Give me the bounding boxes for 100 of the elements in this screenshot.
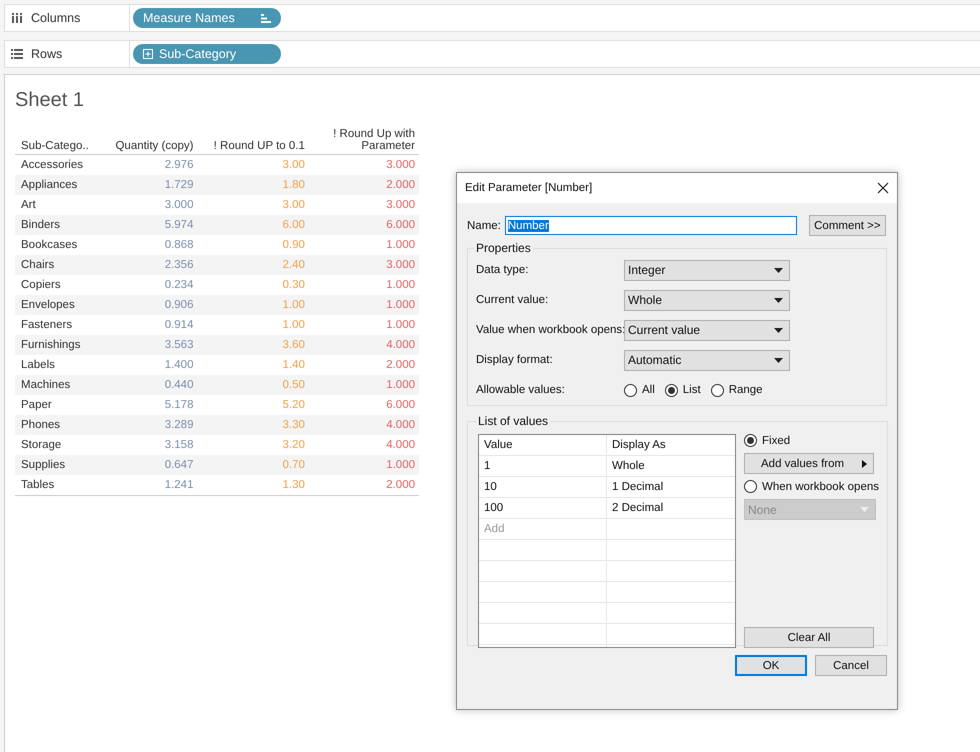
column-header: ! Round UP to 0.1 bbox=[214, 140, 305, 152]
field-label: Current value: bbox=[476, 294, 550, 306]
close-icon[interactable] bbox=[877, 182, 889, 194]
column-header: Sub-Catego.. bbox=[21, 140, 89, 152]
group-title: Properties bbox=[475, 241, 532, 255]
radio-option[interactable]: Range bbox=[710, 384, 763, 396]
table-cell: 1.000 bbox=[308, 315, 419, 335]
table-cell: 3.158 bbox=[100, 435, 198, 455]
column-header: Quantity (copy) bbox=[115, 140, 194, 152]
grid-cell[interactable]: 2 Decimal bbox=[612, 502, 664, 514]
dropdown[interactable]: Whole bbox=[624, 290, 790, 310]
shelf-label: Rows bbox=[31, 47, 62, 61]
dropdown-arrow-icon bbox=[774, 268, 783, 272]
table-cell: Chairs bbox=[15, 255, 101, 275]
expand-icon bbox=[143, 49, 153, 59]
table-cell: Furnishings bbox=[15, 335, 101, 355]
sheet-title: Sheet 1 bbox=[15, 89, 85, 112]
table-cell: 3.000 bbox=[308, 255, 419, 275]
table-cell: 1.00 bbox=[197, 315, 309, 335]
grid-cell[interactable]: 1 bbox=[484, 460, 490, 472]
table-cell: 3.20 bbox=[197, 435, 309, 455]
table-cell: 2.40 bbox=[197, 255, 309, 275]
grid-cell[interactable]: 10 bbox=[484, 481, 497, 493]
grid-header: Value bbox=[484, 439, 513, 451]
table-cell: 1.00 bbox=[197, 295, 309, 315]
sort-icon bbox=[261, 14, 271, 22]
table-cell: 3.000 bbox=[308, 154, 419, 175]
table-cell: 1.80 bbox=[197, 175, 309, 195]
dropdown[interactable]: Automatic bbox=[624, 350, 790, 370]
radio-option[interactable]: List bbox=[664, 384, 701, 396]
table-cell: 1.000 bbox=[308, 295, 419, 315]
dialog-title: Edit Parameter [Number] bbox=[465, 182, 592, 194]
comment-button[interactable]: Comment >> bbox=[808, 215, 886, 236]
table-cell: Accessories bbox=[15, 154, 101, 175]
grid-cell[interactable]: 100 bbox=[484, 502, 504, 514]
table-cell: 0.440 bbox=[100, 375, 198, 395]
dialog-button[interactable]: Cancel bbox=[815, 655, 887, 676]
grid-cell[interactable]: 1 Decimal bbox=[612, 481, 664, 493]
table-cell: 3.000 bbox=[100, 195, 198, 215]
table-cell: Appliances bbox=[15, 175, 101, 195]
columns-icon bbox=[11, 13, 23, 23]
table-cell: 1.30 bbox=[197, 475, 309, 496]
add-values-button[interactable]: Add values from bbox=[744, 453, 874, 474]
table-cell: 1.000 bbox=[308, 375, 419, 395]
dropdown[interactable]: Current value bbox=[624, 320, 790, 340]
table-cell: 1.400 bbox=[100, 355, 198, 375]
table-cell: 6.000 bbox=[308, 215, 419, 235]
table-cell: 0.914 bbox=[100, 315, 198, 335]
dropdown[interactable]: Integer bbox=[624, 260, 790, 280]
table-cell: 3.563 bbox=[100, 335, 198, 355]
field-label: Value when workbook opens: bbox=[476, 324, 624, 336]
table-cell: 1.729 bbox=[100, 175, 198, 195]
table-cell: 0.868 bbox=[100, 235, 198, 255]
table-cell: Copiers bbox=[15, 275, 101, 295]
table-cell: 6.000 bbox=[308, 395, 419, 415]
radio-option[interactable]: All bbox=[624, 384, 655, 396]
field-label: Allowable values: bbox=[476, 384, 566, 396]
table-cell: Storage bbox=[15, 435, 101, 455]
table-cell: 0.90 bbox=[197, 235, 309, 255]
table-cell: 2.356 bbox=[100, 255, 198, 275]
field-label: Display format: bbox=[476, 354, 554, 366]
table-cell: 5.178 bbox=[100, 395, 198, 415]
table-cell: 0.50 bbox=[197, 375, 309, 395]
table-cell: Fasteners bbox=[15, 315, 101, 335]
table-cell: 0.647 bbox=[100, 455, 198, 475]
table-cell: 5.974 bbox=[100, 215, 198, 235]
name-field[interactable]: Number bbox=[504, 216, 797, 235]
table-cell: 5.20 bbox=[197, 395, 309, 415]
dropdown-arrow-icon bbox=[774, 328, 783, 332]
table-cell: 1.000 bbox=[308, 235, 419, 255]
table-cell: 2.976 bbox=[100, 154, 198, 175]
rows-icon bbox=[11, 49, 23, 59]
table-cell: Bookcases bbox=[15, 235, 101, 255]
shelf-label: Columns bbox=[31, 11, 80, 25]
table-cell: Binders bbox=[15, 215, 101, 235]
table-cell: 2.000 bbox=[308, 175, 419, 195]
grid-cell[interactable]: Whole bbox=[612, 460, 645, 472]
clear-all-button[interactable]: Clear All bbox=[744, 627, 874, 648]
table-cell: 3.30 bbox=[197, 415, 309, 435]
table-cell: 0.906 bbox=[100, 295, 198, 315]
table-cell: Phones bbox=[15, 415, 101, 435]
table-cell: 3.289 bbox=[100, 415, 198, 435]
table-cell: 1.000 bbox=[308, 455, 419, 475]
column-header: ! Round Up with Parameter bbox=[332, 128, 415, 152]
table-cell: 3.000 bbox=[308, 195, 419, 215]
dialog-button[interactable]: OK bbox=[735, 655, 807, 676]
right-arrow-icon bbox=[862, 460, 867, 468]
table-cell: 0.70 bbox=[197, 455, 309, 475]
dropdown-arrow-icon bbox=[774, 358, 783, 362]
table-cell: Machines bbox=[15, 375, 101, 395]
table-cell: 1.241 bbox=[100, 475, 198, 496]
table-cell: Tables bbox=[15, 475, 101, 496]
radio-option[interactable]: Fixed bbox=[744, 434, 879, 447]
table-cell: Paper bbox=[15, 395, 101, 415]
table-cell: 3.60 bbox=[197, 335, 309, 355]
field-label: Data type: bbox=[476, 264, 530, 276]
table-cell: 4.000 bbox=[308, 435, 419, 455]
radio-option[interactable]: When workbook opens bbox=[744, 480, 879, 493]
table-cell: 0.30 bbox=[197, 275, 309, 295]
table-cell: 2.000 bbox=[308, 475, 419, 496]
